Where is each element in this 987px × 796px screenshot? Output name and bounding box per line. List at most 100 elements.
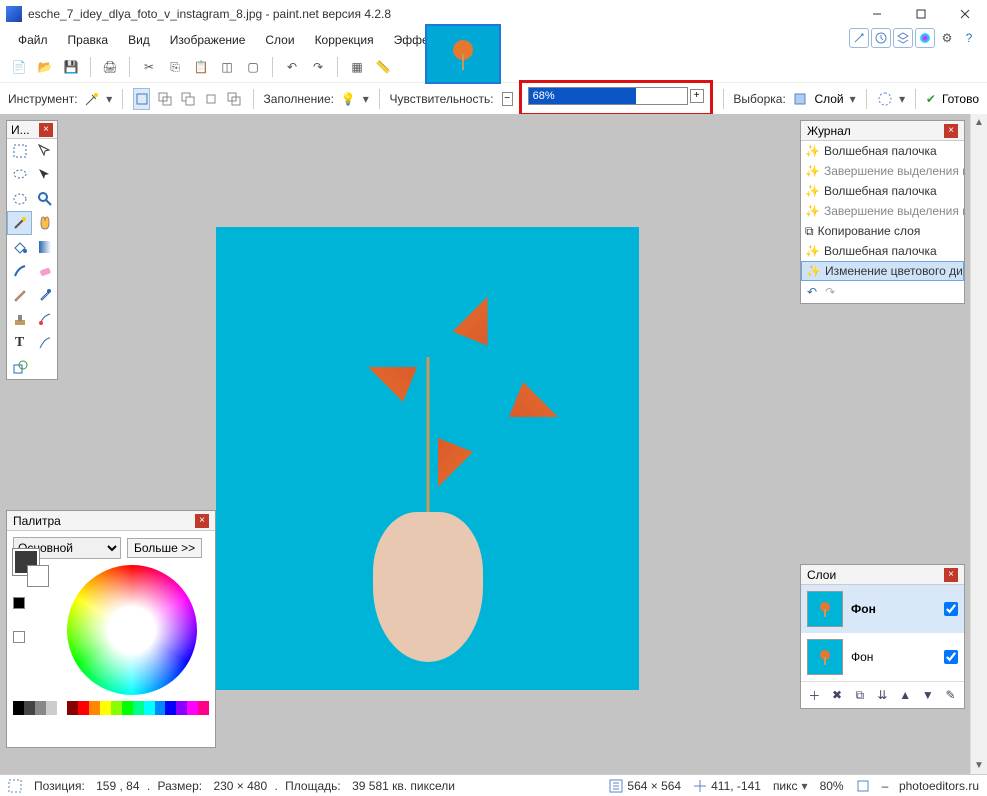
cut-icon[interactable]: ✂ <box>138 56 160 78</box>
ruler-icon[interactable]: 📏 <box>372 56 394 78</box>
tool-fill[interactable] <box>7 235 32 259</box>
layer-duplicate-icon[interactable]: ⧉ <box>851 686 869 704</box>
menu-adjust[interactable]: Коррекция <box>305 30 384 50</box>
tools-window-toggle[interactable] <box>849 28 869 48</box>
minimize-button[interactable] <box>855 0 899 28</box>
layer-delete-icon[interactable]: ✖ <box>828 686 846 704</box>
menu-view[interactable]: Вид <box>118 30 160 50</box>
tool-color-picker[interactable] <box>32 283 57 307</box>
tool-ellipse-select[interactable] <box>7 187 32 211</box>
sample-mode-text[interactable]: Слой <box>814 92 843 106</box>
sample-shape-arrow[interactable]: ▾ <box>899 92 905 106</box>
redo-icon[interactable]: ↷ <box>307 56 329 78</box>
paste-icon[interactable]: 📋 <box>190 56 212 78</box>
layer-visibility-checkbox[interactable] <box>944 650 958 664</box>
layer-down-icon[interactable]: ▼ <box>919 686 937 704</box>
history-item[interactable]: ✨Волшебная палочка <box>801 181 964 201</box>
tool-lasso[interactable] <box>7 163 32 187</box>
help-icon[interactable]: ? <box>959 28 979 48</box>
palette-strip[interactable] <box>13 701 209 715</box>
menu-image[interactable]: Изображение <box>160 30 256 50</box>
tool-magic-wand[interactable] <box>7 211 32 235</box>
palette-more-button[interactable]: Больше >> <box>127 538 202 558</box>
print-icon[interactable]: 🖨 <box>99 56 121 78</box>
status-units[interactable]: пикс ▾ <box>773 779 808 793</box>
tool-eraser[interactable] <box>32 259 57 283</box>
close-button[interactable] <box>943 0 987 28</box>
tool-brush[interactable] <box>7 259 32 283</box>
grid-icon[interactable]: ▦ <box>346 56 368 78</box>
layer-new-icon[interactable]: ＋ <box>805 686 823 704</box>
save-icon[interactable]: 💾 <box>60 56 82 78</box>
tool-line[interactable] <box>32 331 57 355</box>
palette-panel-header[interactable]: Палитра × <box>7 511 215 531</box>
menu-layers[interactable]: Слои <box>255 30 304 50</box>
fill-dropdown-arrow[interactable]: ▾ <box>363 92 369 106</box>
history-item[interactable]: ✨Завершение выделения палочкой <box>801 161 964 181</box>
tools-panel-header[interactable]: И... × <box>7 121 57 139</box>
tolerance-slider[interactable]: 68% <box>528 87 688 105</box>
fill-mode-icon[interactable]: 💡 <box>340 88 357 110</box>
layer-up-icon[interactable]: ▲ <box>896 686 914 704</box>
open-icon[interactable]: 📂 <box>34 56 56 78</box>
tool-clone[interactable] <box>7 307 32 331</box>
sample-shape-icon[interactable] <box>876 88 893 110</box>
tool-dropdown-arrow[interactable]: ▾ <box>106 92 112 106</box>
deselect-icon[interactable]: ▢ <box>242 56 264 78</box>
vertical-scrollbar[interactable]: ▲ ▼ <box>970 114 987 774</box>
menu-file[interactable]: Файл <box>8 30 58 50</box>
tool-text[interactable]: T <box>7 331 32 355</box>
layer-row[interactable]: Фон <box>801 585 964 633</box>
selection-subtract-mode[interactable] <box>179 88 196 110</box>
history-panel-header[interactable]: Журнал × <box>801 121 964 141</box>
new-icon[interactable]: 📄 <box>8 56 30 78</box>
history-undo-icon[interactable]: ↶ <box>807 285 817 299</box>
layer-properties-icon[interactable]: ✎ <box>942 686 960 704</box>
layer-row[interactable]: Фон <box>801 633 964 681</box>
copy-icon[interactable]: ⎘ <box>164 56 186 78</box>
colors-window-toggle[interactable] <box>915 28 935 48</box>
crop-icon[interactable]: ◫ <box>216 56 238 78</box>
selection-add-mode[interactable] <box>156 88 173 110</box>
history-item[interactable]: ✨Изменение цветового диапазона <box>801 261 964 281</box>
palette-swatches[interactable] <box>13 549 39 643</box>
tolerance-plus[interactable]: + <box>690 89 704 103</box>
layer-merge-icon[interactable]: ⇊ <box>873 686 891 704</box>
tool-pan[interactable] <box>32 211 57 235</box>
layers-panel-close[interactable]: × <box>944 568 958 582</box>
maximize-button[interactable] <box>899 0 943 28</box>
history-panel-close[interactable]: × <box>944 124 958 138</box>
canvas[interactable] <box>216 227 639 690</box>
commit-button[interactable]: Готово <box>942 92 979 106</box>
selection-replace-mode[interactable] <box>133 88 150 110</box>
tool-move-selection[interactable] <box>32 139 57 163</box>
tolerance-minus[interactable]: − <box>502 92 513 106</box>
color-wheel[interactable] <box>67 565 197 695</box>
tool-gradient[interactable] <box>32 235 57 259</box>
tool-pencil[interactable] <box>7 283 32 307</box>
palette-panel-close[interactable]: × <box>195 514 209 528</box>
settings-icon[interactable]: ⚙ <box>937 28 957 48</box>
tool-recolor[interactable] <box>32 307 57 331</box>
tool-move-pixels[interactable] <box>32 163 57 187</box>
history-window-toggle[interactable] <box>871 28 891 48</box>
document-thumbnail[interactable] <box>425 24 501 84</box>
layers-window-toggle[interactable] <box>893 28 913 48</box>
selection-intersect-mode[interactable] <box>202 88 219 110</box>
history-redo-icon[interactable]: ↷ <box>825 285 835 299</box>
tools-panel-close[interactable]: × <box>39 123 53 137</box>
layers-panel-header[interactable]: Слои × <box>801 565 964 585</box>
history-item[interactable]: ⧉Копирование слоя <box>801 221 964 241</box>
history-item[interactable]: ✨Волшебная палочка <box>801 141 964 161</box>
current-tool-icon[interactable] <box>84 88 101 110</box>
selection-xor-mode[interactable] <box>226 88 243 110</box>
tool-rect-select[interactable] <box>7 139 32 163</box>
scroll-up-arrow[interactable]: ▲ <box>971 114 987 131</box>
tool-zoom[interactable] <box>32 187 57 211</box>
undo-icon[interactable]: ↶ <box>281 56 303 78</box>
scroll-down-arrow[interactable]: ▼ <box>971 757 987 774</box>
layer-visibility-checkbox[interactable] <box>944 602 958 616</box>
history-item[interactable]: ✨Завершение выделения палочкой <box>801 201 964 221</box>
menu-edit[interactable]: Правка <box>58 30 119 50</box>
status-zoom-fit-icon[interactable] <box>856 779 870 793</box>
